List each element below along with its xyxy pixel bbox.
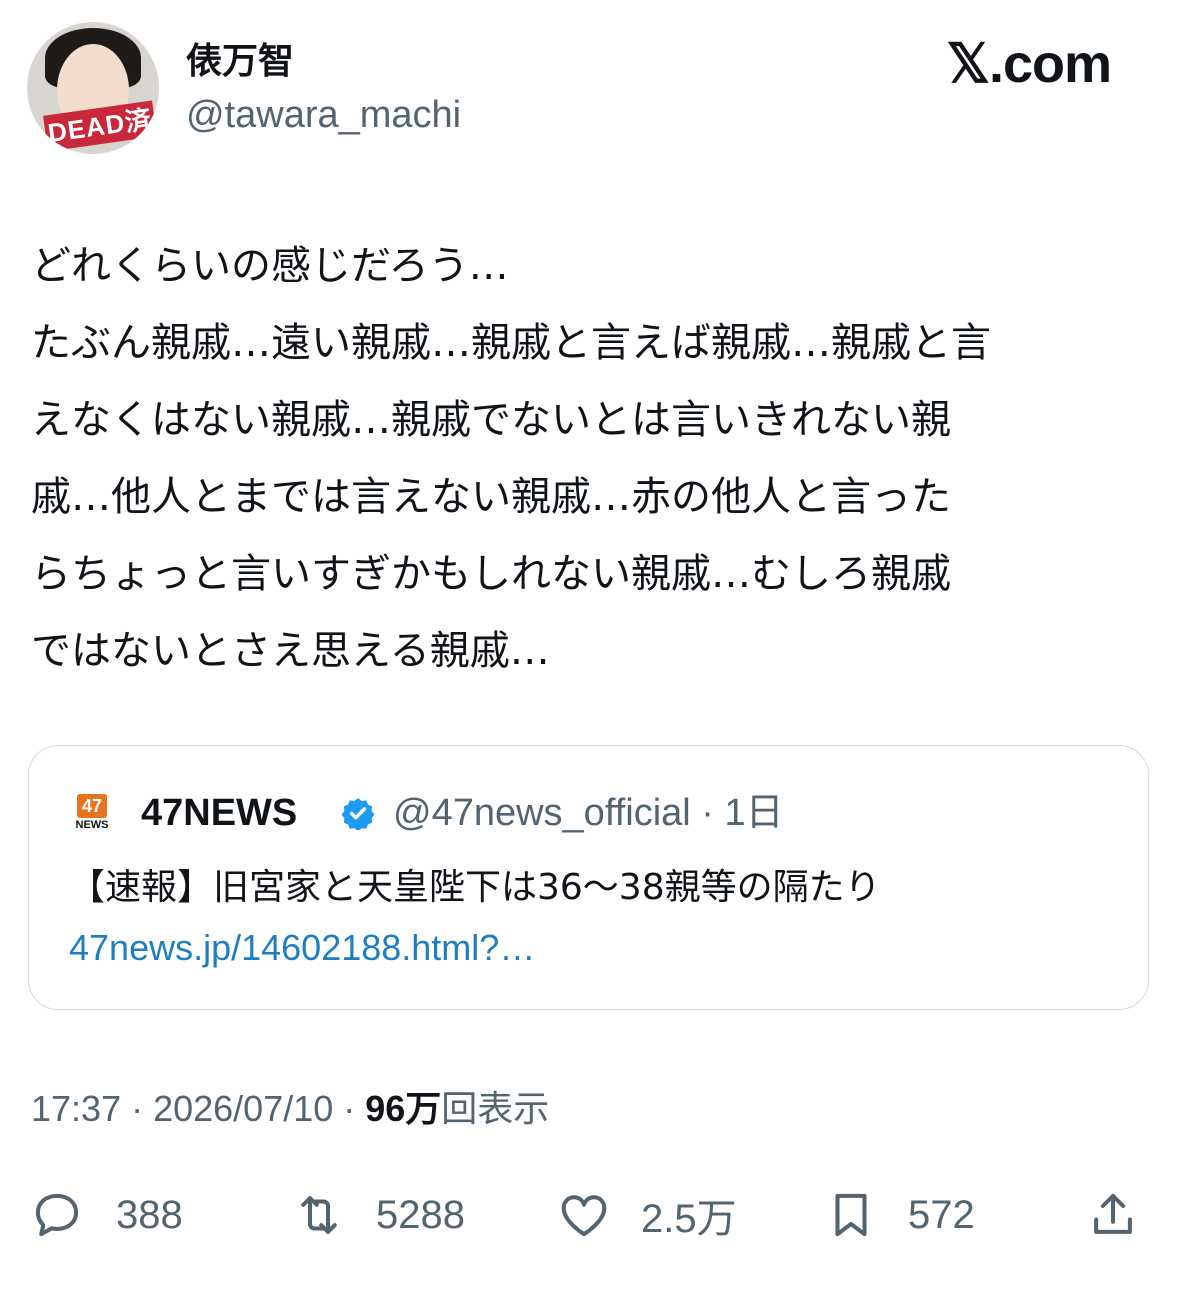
reply-count: 388 [116,1192,183,1237]
view-label: 回表示 [441,1088,550,1129]
repost-count: 5288 [376,1192,465,1237]
quoted-handle-time: @47news_official · 1日 [393,792,784,834]
like-button[interactable]: 2.5万 [557,1180,737,1250]
bookmark-count: 572 [908,1192,975,1237]
bookmark-button[interactable]: 572 [824,1180,975,1250]
reply-icon [35,1193,79,1237]
share-button[interactable] [1086,1180,1140,1250]
view-count: 96万 [365,1088,442,1129]
heart-icon [561,1195,607,1237]
verified-badge-icon [341,798,375,830]
like-count: 2.5万 [641,1197,737,1241]
tweet-header: DEAD済 俵万智 @tawara_machi 𝕏.com [0,0,1179,180]
tweet-meta: 17:37 · 2026/07/10 · 96万回表示 [31,1086,549,1132]
quoted-tweet-link[interactable]: 47news.jp/14602188.html?… [69,924,535,972]
action-bar: 388 5288 2.5万 572 [0,1180,1179,1250]
repost-button[interactable]: 5288 [292,1180,465,1250]
share-icon [1094,1193,1132,1234]
quoted-author-name: 47NEWS [141,792,298,834]
quoted-tweet-card[interactable]: 47 NEWS 47NEWS @47news_official · 1日 【速報… [28,745,1149,1010]
logo-word: NEWS [75,819,109,831]
tweet-timestamp[interactable]: 17:37 · 2026/07/10 · [31,1088,365,1129]
tweet-text: どれくらいの感じだろう… たぶん親戚…遠い親戚…親戚と言えば親戚…親戚と言 えな… [31,243,991,674]
author-handle[interactable]: @tawara_machi [186,92,461,138]
reply-button[interactable]: 388 [30,1180,183,1250]
bookmark-icon [835,1193,867,1237]
author-avatar[interactable]: DEAD済 [27,22,159,154]
repost-icon [301,1196,337,1234]
47news-logo-icon: 47 NEWS [69,794,115,840]
author-display-name[interactable]: 俵万智 [186,40,294,84]
x-logo: 𝕏.com [946,34,1112,94]
logo-number: 47 [77,794,107,818]
quoted-tweet-text: 【速報】旧宮家と天皇陛下は36〜38親等の隔たり [69,867,881,908]
